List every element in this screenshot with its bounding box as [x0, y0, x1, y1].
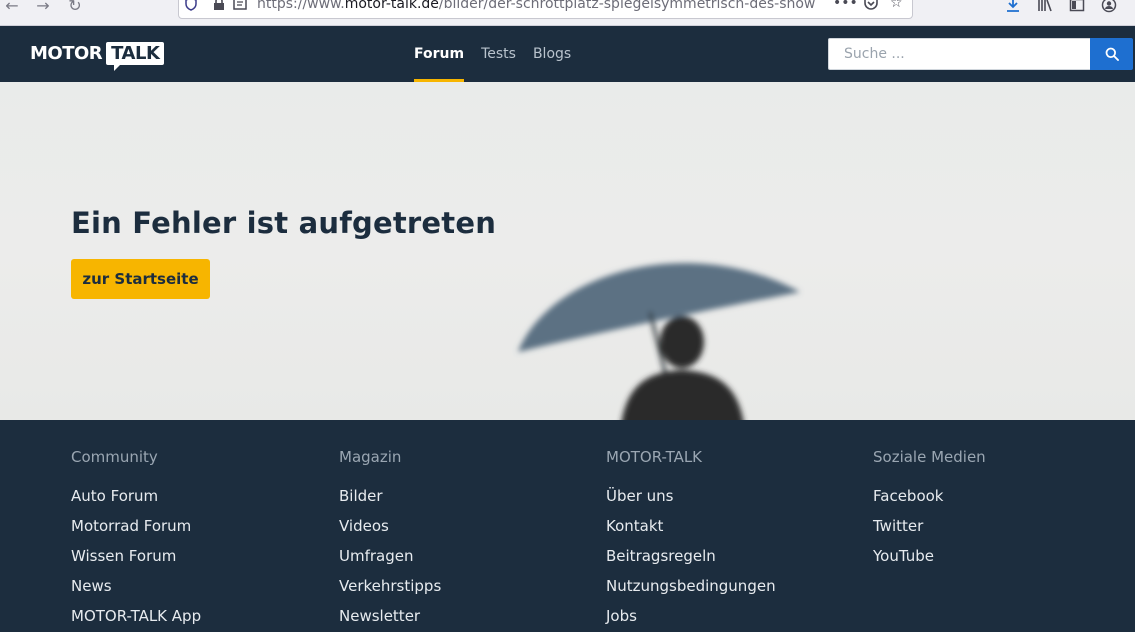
address-bar[interactable]: https://www.motor-talk.de/bilder/der-sch…	[178, 0, 913, 19]
home-button[interactable]: zur Startseite	[71, 259, 210, 299]
nav-blogs[interactable]: Blogs	[533, 27, 571, 82]
footer-heading: MOTOR-TALK	[606, 448, 703, 466]
footer-link[interactable]: Nutzungsbedingungen	[606, 576, 846, 606]
footer-link[interactable]: Verkehrstipps	[339, 576, 579, 606]
error-title: Ein Fehler ist aufgetreten	[71, 206, 497, 240]
footer-link[interactable]: Umfragen	[339, 546, 579, 576]
footer-link[interactable]: Jobs	[606, 606, 846, 632]
library-icon[interactable]	[1035, 0, 1055, 17]
footer-link[interactable]: Newsletter	[339, 606, 579, 632]
footer-link[interactable]: Kontakt	[606, 516, 846, 546]
more-icon[interactable]: •••	[833, 0, 858, 11]
reload-icon[interactable]: ↻	[65, 0, 85, 16]
forward-icon[interactable]: →	[33, 0, 53, 16]
footer-link[interactable]: Beitragsregeln	[606, 546, 846, 576]
lock-icon[interactable]	[213, 0, 227, 11]
search-icon	[1105, 47, 1119, 61]
logo-motor-text: MOTOR	[30, 42, 103, 64]
logo-talk-text: TALK	[106, 41, 165, 71]
footer-link-youtube[interactable]: YouTube	[873, 546, 1113, 576]
footer-link[interactable]: News	[71, 576, 311, 606]
shield-icon[interactable]	[185, 0, 199, 11]
site-footer: Community Auto Forum Motorrad Forum Wiss…	[0, 420, 1135, 632]
footer-column-community: Community Auto Forum Motorrad Forum Wiss…	[71, 448, 311, 632]
footer-link[interactable]: MOTOR-TALK App	[71, 606, 311, 632]
search-form	[828, 38, 1133, 70]
footer-link[interactable]: Wissen Forum	[71, 546, 311, 576]
star-icon[interactable]: ☆	[890, 0, 903, 11]
footer-link-twitter[interactable]: Twitter	[873, 516, 1113, 546]
search-input[interactable]	[828, 38, 1090, 70]
footer-link[interactable]: Motorrad Forum	[71, 516, 311, 546]
footer-heading: Magazin	[339, 448, 402, 466]
main-nav: Forum Tests Blogs	[414, 27, 571, 82]
sidebar-icon[interactable]	[1067, 0, 1087, 17]
pocket-icon[interactable]	[863, 0, 879, 15]
download-icon[interactable]	[1003, 0, 1023, 17]
url-text: https://www.motor-talk.de/bilder/der-sch…	[257, 0, 827, 12]
footer-link[interactable]: Videos	[339, 516, 579, 546]
browser-toolbar: ← → ↻ https://www.motor-talk.de/bilder/d…	[0, 0, 1135, 26]
motor-talk-logo[interactable]: MOTOR TALK	[30, 39, 165, 71]
back-icon[interactable]: ←	[2, 0, 22, 16]
footer-heading: Community	[71, 448, 158, 466]
account-icon[interactable]	[1099, 0, 1119, 17]
url-path: /bilder/der-schrottplatz-spiegelsymmetri…	[438, 0, 816, 12]
umbrella-person-illustration	[518, 263, 800, 420]
url-prefix: https://www.	[257, 0, 345, 12]
footer-link-facebook[interactable]: Facebook	[873, 486, 1113, 516]
reader-icon[interactable]	[233, 0, 247, 11]
site-header: MOTOR TALK Forum Tests Blogs	[0, 27, 1135, 82]
footer-heading: Soziale Medien	[873, 448, 986, 466]
footer-link[interactable]: Auto Forum	[71, 486, 311, 516]
error-hero: Ein Fehler ist aufgetreten zur Startseit…	[0, 82, 1135, 420]
footer-column-motor-talk: MOTOR-TALK Über uns Kontakt Beitragsrege…	[606, 448, 846, 632]
nav-forum[interactable]: Forum	[414, 27, 465, 82]
nav-tests[interactable]: Tests	[481, 27, 516, 82]
url-host: motor-talk.de	[344, 0, 439, 12]
footer-link[interactable]: Über uns	[606, 486, 846, 516]
footer-column-magazin: Magazin Bilder Videos Umfragen Verkehrst…	[339, 448, 579, 632]
footer-column-social: Soziale Medien Facebook Twitter YouTube	[873, 448, 1113, 576]
search-button[interactable]	[1090, 38, 1133, 70]
footer-link[interactable]: Bilder	[339, 486, 579, 516]
